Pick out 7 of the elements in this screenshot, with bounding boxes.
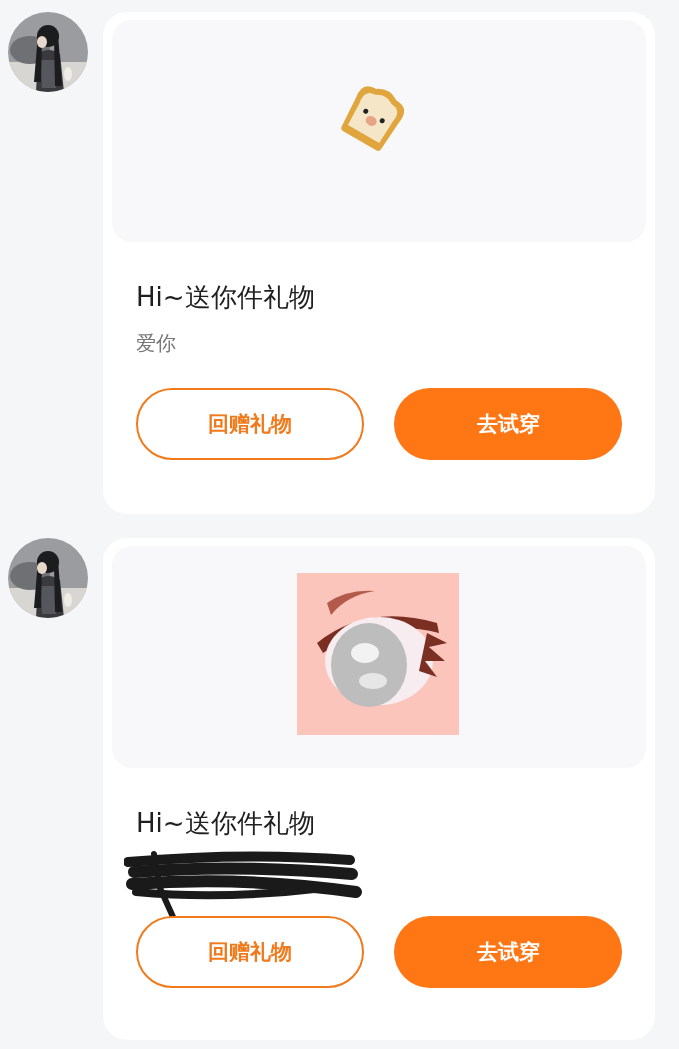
gift-title: Hi~送你件礼物	[136, 807, 316, 840]
gift-message: 爱你	[136, 330, 177, 356]
return-gift-button[interactable]: 回赠礼物	[136, 388, 364, 460]
return-gift-button[interactable]: 回赠礼物	[136, 916, 364, 988]
try-on-button[interactable]: 去试穿	[394, 388, 622, 460]
try-on-button[interactable]: 去试穿	[394, 916, 622, 988]
gift-title: Hi~送你件礼物	[136, 281, 316, 314]
